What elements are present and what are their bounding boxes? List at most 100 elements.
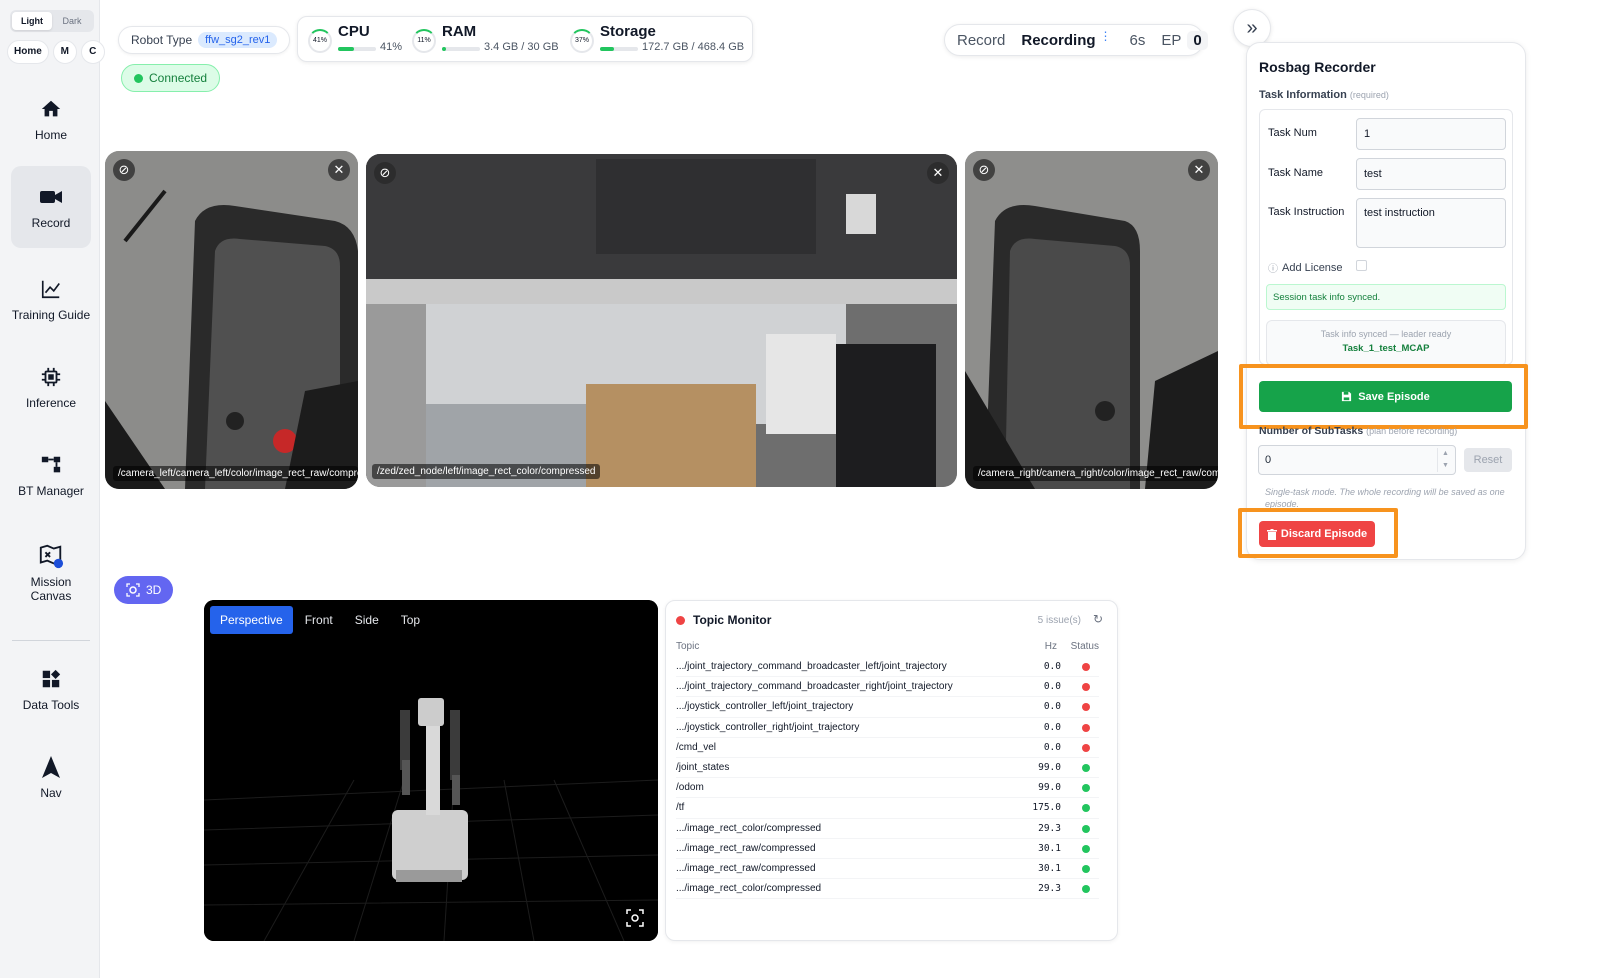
topic-table-body: .../joint_trajectory_command_broadcaster… [676,657,1099,900]
quick-m-button[interactable]: M [52,40,77,64]
camera-feed-right[interactable]: ⊘ ✕ /camera_right/camera_right/color/ima… [965,151,1218,489]
close-camera-icon[interactable]: ✕ [1188,159,1210,181]
connection-status-badge: Connected [121,64,221,92]
subtasks-label: Number of SubTasks [1259,425,1364,437]
recording-status-bar: Record Recording ⋮ 6s EP 0 [944,24,1208,56]
sidebar-item-training-guide[interactable]: Training Guide [11,258,91,340]
topic-name: .../image_rect_raw/compressed [676,862,816,874]
robot-type-pill[interactable]: Robot Type ffw_sg2_rev1 [118,26,291,54]
topic-status-dot [1082,784,1090,793]
topic-status-dot [1082,864,1090,873]
sidebar-item-label: Home [34,128,67,142]
topic-status-dot [1082,763,1090,772]
topic-hz: 29.3 [1038,822,1061,834]
quick-home-button[interactable]: Home [7,40,49,64]
robot-3d-viewer[interactable]: Perspective Front Side Top [204,600,658,941]
theme-light-option[interactable]: Light [12,12,52,30]
storage-ring: 37% [570,29,594,53]
sidebar-divider [12,640,90,641]
storage-bar [600,47,638,51]
sidebar-item-record[interactable]: Record [11,166,91,248]
ram-label: RAM [442,23,477,40]
more-vertical-icon[interactable]: ⋮ [1100,29,1112,43]
camera-feed-center[interactable]: ⊘ ✕ /zed/zed_node/left/image_rect_color/… [366,154,957,487]
topic-row: .../joystick_controller_right/joint_traj… [676,718,1099,738]
topic-hz: 99.0 [1038,761,1061,773]
rotate-camera-icon[interactable]: ⊘ [973,159,995,181]
toggle-3d-button[interactable]: 3D [114,576,174,604]
robot-type-label: Robot Type [131,33,193,47]
tab-perspective[interactable]: Perspective [210,606,293,634]
fit-view-icon[interactable] [626,909,644,927]
sidebar-item-bt-manager[interactable]: BT Manager [11,434,91,516]
topic-monitor-title: Topic Monitor [693,613,772,627]
leader-status-text: Task info synced — leader ready [1320,329,1452,339]
topic-name: .../image_rect_color/compressed [676,883,822,895]
task-num-input[interactable] [1356,118,1506,150]
cpu-value: 41% [380,41,403,53]
number-stepper[interactable]: ▲ ▼ [1437,448,1453,472]
task-instruction-input[interactable]: test instruction [1356,198,1506,248]
reset-button[interactable]: Reset [1464,448,1512,472]
sidebar-item-data-tools[interactable]: Data Tools [11,648,91,730]
column-topic: Topic [676,641,700,652]
episode-number: 0 [1187,30,1208,50]
status-dot-icon [134,73,143,83]
sidebar-item-label: Record [31,216,71,230]
topic-name: /odom [676,782,704,794]
topic-name: .../joint_trajectory_command_broadcaster… [676,661,947,672]
topic-row: .../joystick_controller_left/joint_traje… [676,697,1099,718]
topic-hz: 0.0 [1043,701,1061,713]
refresh-icon[interactable]: ↻ [1093,612,1103,626]
home-icon [38,96,64,122]
panel-title: Rosbag Recorder [1259,59,1376,75]
subtasks-hint: (plan before recording) [1366,426,1458,436]
topic-row: .../joint_trajectory_command_broadcaster… [676,677,1099,698]
discard-episode-button[interactable]: Discard Episode [1259,521,1375,547]
quick-c-button[interactable]: C [80,40,105,64]
task-form: Task Num Task Name Task Instruction test… [1259,109,1513,366]
close-camera-icon[interactable]: ✕ [328,159,350,181]
theme-toggle[interactable]: Light Dark [10,10,94,32]
topic-hz: 0.0 [1043,741,1061,753]
sidebar-item-inference[interactable]: Inference [11,346,91,428]
rotate-camera-icon[interactable]: ⊘ [374,162,396,184]
sidebar-item-label: Inference [25,396,77,410]
topic-hz: 99.0 [1038,782,1061,794]
topic-row: /joint_states 99.0 [676,758,1099,779]
topic-status-dot [1082,723,1090,732]
topic-name: /joint_states [676,761,730,773]
task-name-input[interactable] [1356,158,1506,190]
topic-status-dot [1082,743,1090,752]
sidebar-item-label: Training Guide [11,308,91,322]
sidebar-item-home[interactable]: Home [11,78,91,160]
sidebar-item-label: BT Manager [18,484,84,498]
tab-front[interactable]: Front [295,606,343,634]
topic-row: .../image_rect_color/compressed 29.3 [676,879,1099,900]
close-camera-icon[interactable]: ✕ [927,162,949,184]
info-icon: ⓘ [1268,264,1278,275]
single-task-note: Single-task mode. The whole recording wi… [1265,487,1505,508]
leader-status-box: Task info synced — leader ready Task_1_t… [1266,320,1506,366]
grid-icon [38,666,64,692]
rotate-camera-icon[interactable]: ⊘ [113,159,135,181]
topic-row: .../image_rect_raw/compressed 30.1 [676,859,1099,880]
issues-count: 5 issue(s) [1037,615,1081,626]
task-name-label: Task Name [1268,167,1324,179]
sidebar-item-nav[interactable]: Nav [11,736,91,818]
discard-episode-label: Discard Episode [1280,528,1368,540]
tab-side[interactable]: Side [345,606,389,634]
topic-hz: 175.0 [1032,802,1061,814]
viewer-view-tabs: Perspective Front Side Top [210,606,430,634]
tab-top[interactable]: Top [391,606,430,634]
tree-icon [38,452,64,478]
column-hz: Hz [1044,641,1057,652]
save-episode-button[interactable]: Save Episode [1259,381,1512,412]
sidebar-item-mission-canvas[interactable]: Mission Canvas [11,532,91,614]
add-license-checkbox[interactable] [1356,260,1367,271]
theme-dark-option[interactable]: Dark [52,12,92,30]
camera-feed-left[interactable]: ⊘ ✕ /camera_left/camera_left/color/image… [105,151,358,489]
save-episode-label: Save Episode [1358,390,1430,403]
subtasks-input[interactable]: 0 ▲ ▼ [1258,445,1456,475]
required-hint: (required) [1349,90,1389,100]
